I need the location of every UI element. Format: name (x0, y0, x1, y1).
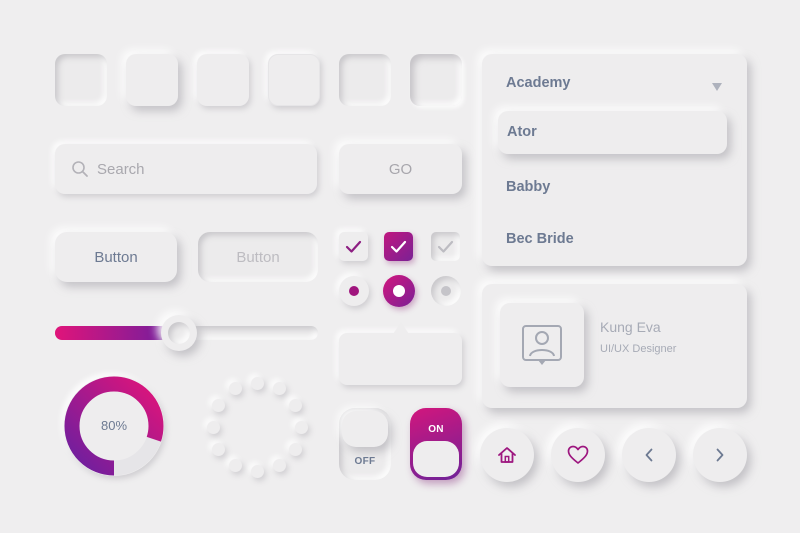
primary-button-label: Button (94, 248, 138, 266)
radio-dot (349, 286, 359, 296)
spinner-dot (250, 464, 264, 478)
disabled-button-label: Button (236, 248, 280, 266)
dropdown-option[interactable]: Babby (506, 179, 550, 195)
progress-label: 80% (100, 418, 128, 433)
dropdown-panel[interactable]: Academy Babby Bec Bride (482, 54, 747, 266)
go-button-label: GO (388, 160, 413, 178)
tile-1[interactable] (126, 54, 178, 106)
checkbox-neutral[interactable] (339, 232, 368, 261)
spinner-dot (272, 382, 286, 396)
triangle-down-icon[interactable] (712, 83, 722, 91)
spinner-dot (206, 420, 220, 434)
tile-3[interactable] (268, 54, 320, 106)
toggle-off-label: OFF (354, 456, 376, 467)
toggle-on[interactable]: ON (410, 408, 462, 480)
spinner-dot (288, 442, 302, 456)
slider-thumb[interactable] (160, 315, 197, 351)
tile-pressed[interactable] (55, 54, 107, 106)
spinner-dot (288, 398, 302, 412)
spinner-dot (272, 458, 286, 472)
primary-button[interactable]: Button (55, 232, 177, 282)
previous-button[interactable] (622, 428, 676, 482)
tooltip-pointer (393, 322, 409, 334)
checkbox-disabled[interactable] (431, 232, 460, 261)
radio-dot (393, 285, 405, 297)
home-button[interactable] (480, 428, 534, 482)
profile-role: UI/UX Designer (600, 343, 677, 355)
profile-name: Kung Eva (600, 319, 661, 335)
radio-accent[interactable] (383, 275, 415, 307)
spinner-dot (294, 420, 308, 434)
slider-thumb-center (167, 322, 190, 344)
disabled-button[interactable]: Button (198, 232, 318, 282)
check-icon (390, 240, 407, 253)
tile-4[interactable] (339, 54, 391, 106)
radio-neutral[interactable] (339, 276, 369, 306)
toggle-on-label: ON (428, 424, 444, 435)
avatar[interactable] (500, 303, 584, 387)
check-icon (345, 240, 362, 253)
favorite-button[interactable] (551, 428, 605, 482)
search-field[interactable] (55, 144, 317, 194)
tile-2[interactable] (197, 54, 249, 106)
heart-icon (567, 445, 589, 464)
spinner-dot (212, 442, 226, 456)
spinner-dot (250, 376, 264, 390)
chevron-left-icon (645, 448, 653, 462)
loading-spinner (205, 375, 309, 479)
dropdown-option[interactable]: Ator (507, 124, 537, 140)
home-icon (498, 447, 516, 463)
search-icon (72, 161, 88, 177)
checkbox-accent[interactable] (384, 232, 413, 261)
toggle-knob (413, 441, 459, 477)
dropdown-selected-label[interactable]: Academy (506, 75, 570, 91)
toggle-knob (342, 411, 388, 447)
search-input[interactable] (97, 156, 297, 182)
spinner-dot (212, 398, 226, 412)
toggle-off[interactable]: OFF (339, 408, 391, 480)
spinner-dot (228, 458, 242, 472)
tile-5[interactable] (410, 54, 462, 106)
dropdown-option-highlighted[interactable]: Ator (498, 111, 727, 154)
radio-disabled[interactable] (431, 276, 461, 306)
user-portrait-icon (522, 325, 562, 365)
dropdown-option[interactable]: Bec Bride (506, 231, 574, 247)
next-button[interactable] (693, 428, 747, 482)
chevron-right-icon (716, 448, 724, 462)
radio-dot (441, 286, 451, 296)
spinner-dot (228, 382, 242, 396)
tooltip-bubble (339, 333, 462, 385)
check-icon (437, 240, 454, 253)
go-button[interactable]: GO (339, 144, 462, 194)
